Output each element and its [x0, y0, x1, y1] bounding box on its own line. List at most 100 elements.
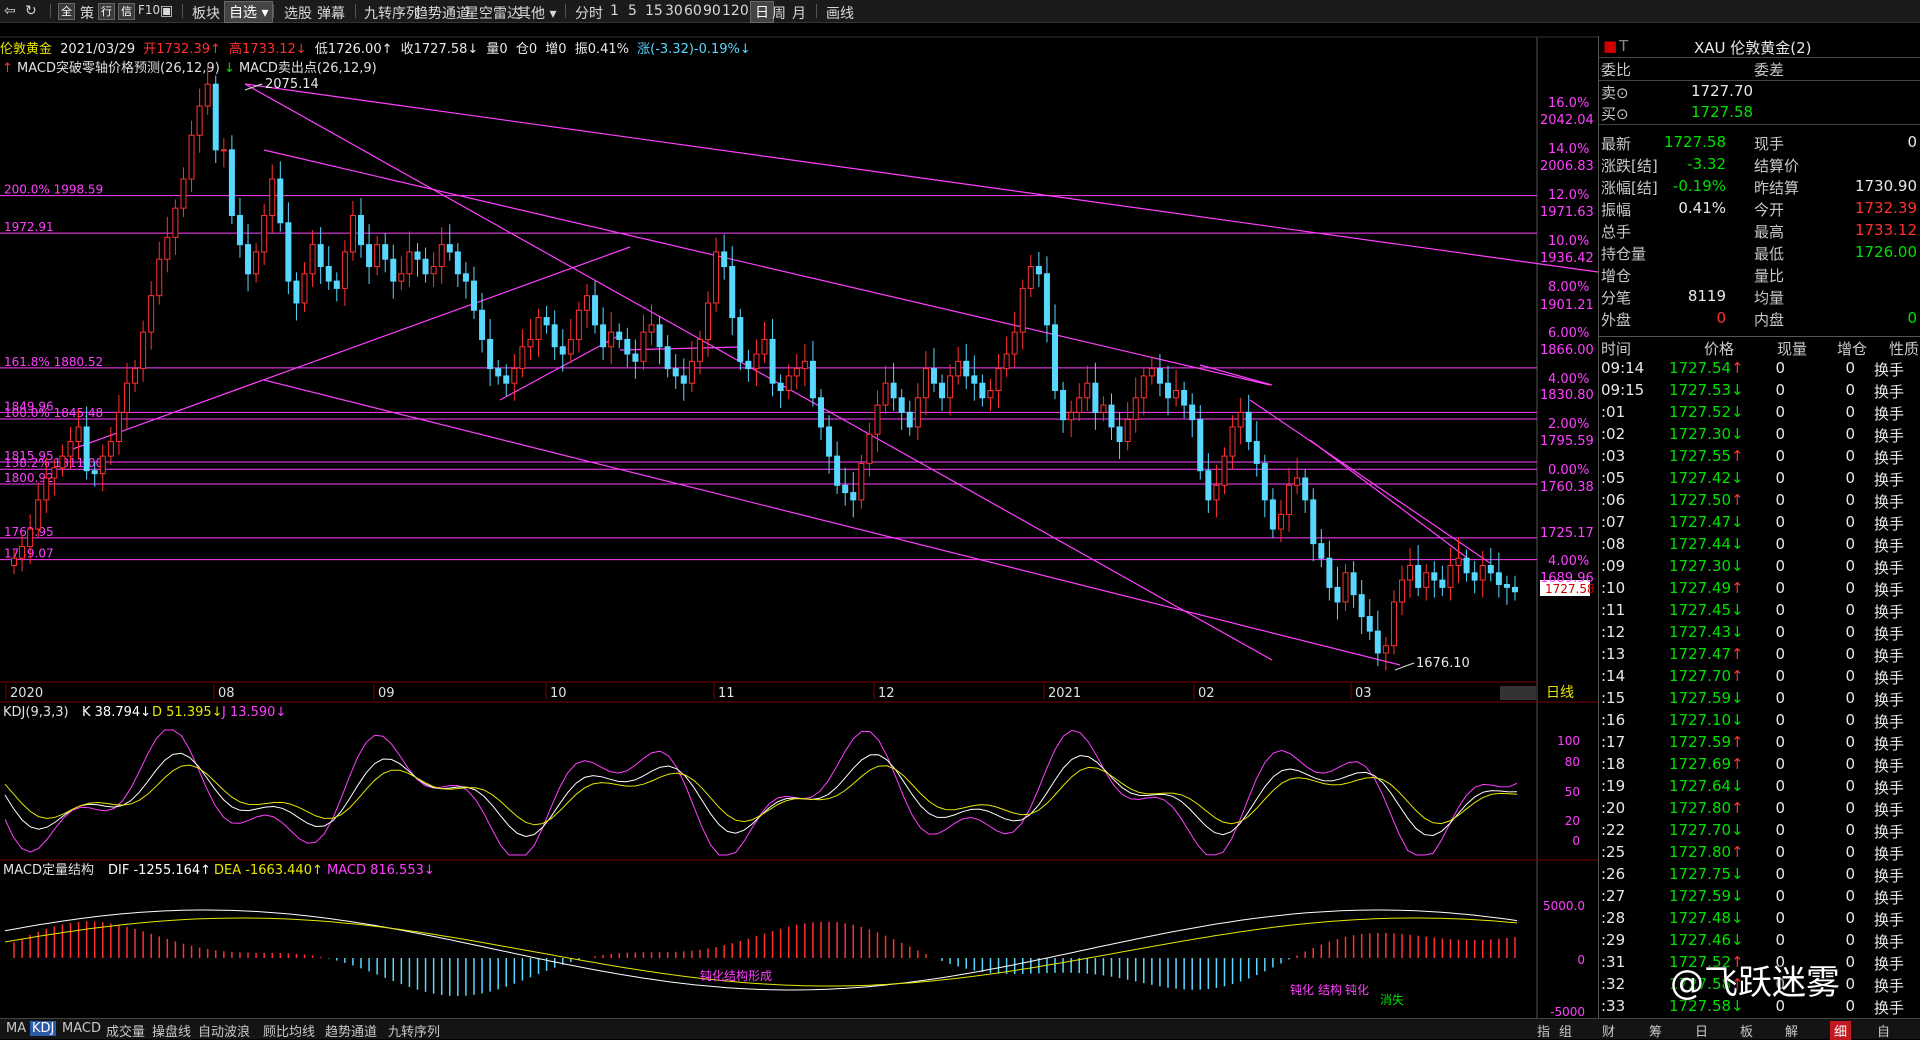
candle-body [1076, 397, 1083, 413]
tick-row[interactable]: :18 1727.69↑ 0 0 换手 [1599, 754, 1920, 776]
tick-row[interactable]: :10 1727.49↑ 0 0 换手 [1599, 578, 1920, 600]
quote-value: 1727.58 [1663, 133, 1726, 151]
panel-tab[interactable]: 日 [1695, 1021, 1708, 1040]
kdj-tick: 80 [1565, 755, 1580, 769]
indicator-tab[interactable]: 成交量 [104, 1021, 147, 1040]
panel-tab[interactable]: 指 [1537, 1021, 1550, 1040]
candle-body [648, 324, 655, 333]
candle-body [866, 433, 873, 464]
tick-time: :13 [1601, 645, 1626, 663]
tick-row[interactable]: :22 1727.70↓ 0 0 换手 [1599, 820, 1920, 842]
indicator-tab[interactable]: KDJ [30, 1021, 57, 1036]
candle-body [1100, 404, 1107, 413]
candle-body [236, 214, 243, 246]
tick-type: 换手 [1874, 405, 1905, 423]
tick-row[interactable]: :15 1727.59↓ 0 0 换手 [1599, 688, 1920, 710]
candle-body [1164, 382, 1171, 399]
indicator-tab[interactable]: MA [4, 1021, 28, 1036]
tick-row[interactable]: :06 1727.50↑ 0 0 换手 [1599, 490, 1920, 512]
axis-price-label: 1795.59 [1540, 434, 1594, 449]
quote-label-2: 量比 [1754, 267, 1785, 285]
candle-body [366, 244, 373, 268]
tick-row[interactable]: :05 1727.42↓ 0 0 换手 [1599, 468, 1920, 490]
tick-row[interactable]: :27 1727.59↓ 0 0 换手 [1599, 886, 1920, 908]
tick-time: :09 [1601, 557, 1626, 575]
panel-tab[interactable]: 细 [1830, 1021, 1852, 1040]
candle-body [261, 214, 268, 253]
kdj-j: J 13.590↓ [221, 705, 286, 720]
panel-tab[interactable]: 筹 [1649, 1021, 1662, 1040]
tick-row[interactable]: :09 1727.30↓ 0 0 换手 [1599, 556, 1920, 578]
tick-oi: 0 [1845, 491, 1855, 509]
panel-tab[interactable]: 自 [1877, 1021, 1890, 1040]
candle-body [1092, 382, 1099, 413]
indicator-tab[interactable]: 顾比均线 [261, 1021, 317, 1040]
panel-tab[interactable]: 板 [1740, 1021, 1753, 1040]
candle-body [333, 280, 340, 289]
panel-tab[interactable]: 解 [1785, 1021, 1798, 1040]
tick-price: 1727.44↓ [1669, 535, 1744, 553]
tick-row[interactable]: :19 1727.64↓ 0 0 换手 [1599, 776, 1920, 798]
indicator-tab[interactable]: MACD [60, 1021, 103, 1036]
tick-type: 换手 [1874, 911, 1905, 929]
panel-menu-icon[interactable]: ■ [1603, 37, 1617, 55]
tick-price: 1727.52↓ [1669, 403, 1744, 421]
panel-tab[interactable]: 组 [1559, 1021, 1572, 1040]
candle-body [850, 492, 857, 501]
candle-body [874, 404, 881, 435]
tick-row[interactable]: :08 1727.44↓ 0 0 换手 [1599, 534, 1920, 556]
axis-pct-label: 8.00% [1548, 280, 1590, 295]
buy-label: 买⊙ [1601, 105, 1629, 123]
indicator-tab[interactable]: 趋势通道 [323, 1021, 379, 1040]
tick-row[interactable]: :20 1727.80↑ 0 0 换手 [1599, 798, 1920, 820]
tick-time: :15 [1601, 689, 1626, 707]
indicator-tab[interactable]: 自动波浪 [196, 1021, 252, 1040]
candle-body [462, 273, 469, 282]
x-label: 08 [218, 686, 235, 701]
tick-row[interactable]: :01 1727.52↓ 0 0 换手 [1599, 402, 1920, 424]
tick-row[interactable]: :17 1727.59↑ 0 0 换手 [1599, 732, 1920, 754]
tick-row[interactable]: :29 1727.46↓ 0 0 换手 [1599, 930, 1920, 952]
candle-body [245, 244, 252, 275]
indicator-tab[interactable]: 九转序列 [386, 1021, 442, 1040]
tick-row[interactable]: 09:15 1727.53↓ 0 0 换手 [1599, 380, 1920, 402]
candle-body [1229, 426, 1236, 457]
quote-row: 总手 最高 1733.12 [1599, 220, 1920, 242]
panel-t-icon[interactable]: T [1619, 37, 1628, 55]
tick-type: 换手 [1874, 823, 1905, 841]
axis-pct-label: 6.00% [1548, 326, 1590, 341]
candle-body [947, 375, 954, 399]
candle-body [140, 331, 147, 370]
quote-label-2: 内盘 [1754, 311, 1785, 329]
tick-qty: 0 [1775, 381, 1785, 399]
macd-dif: DIF -1255.164↑ [108, 863, 211, 878]
candle-body [1455, 557, 1462, 567]
indicator-tab[interactable]: 操盘线 [150, 1021, 193, 1040]
tick-row[interactable]: :11 1727.45↓ 0 0 换手 [1599, 600, 1920, 622]
tick-row[interactable]: :03 1727.55↑ 0 0 换手 [1599, 446, 1920, 468]
tick-type: 换手 [1874, 647, 1905, 665]
tick-row[interactable]: :28 1727.48↓ 0 0 换手 [1599, 908, 1920, 930]
tick-row[interactable]: :07 1727.47↓ 0 0 换手 [1599, 512, 1920, 534]
chart-area[interactable]: 2020 08 09 10 11 12 2021 02 03 日线 200.0% 1998.59 1… [0, 0, 1598, 1018]
tick-row[interactable]: :26 1727.75↓ 0 0 换手 [1599, 864, 1920, 886]
candle-body [341, 251, 348, 289]
tick-row[interactable]: 09:14 1727.54↑ 0 0 换手 [1599, 358, 1920, 380]
tick-price: 1727.50↑ [1669, 491, 1744, 509]
tick-row[interactable]: :12 1727.43↓ 0 0 换手 [1599, 622, 1920, 644]
candle-body [559, 346, 566, 355]
kdj-j-line [4, 729, 1518, 856]
tick-row[interactable]: :02 1727.30↓ 0 0 换手 [1599, 424, 1920, 446]
candle-body [1253, 441, 1260, 464]
panel-tab[interactable]: 财 [1602, 1021, 1615, 1040]
candle-body [164, 236, 171, 260]
quote-row: 持仓量 最低 1726.00 [1599, 242, 1920, 264]
candle-body [1463, 557, 1470, 574]
candle-body [1487, 565, 1494, 574]
tick-row[interactable]: :25 1727.80↑ 0 0 换手 [1599, 842, 1920, 864]
kdj-d: D 51.395↓ [152, 705, 223, 720]
indicator-tabs: MA KDJ MACD 成交量 操盘线 自动波浪 顾比均线 趋势通道 九转序列 [0, 1018, 1600, 1040]
tick-row[interactable]: :16 1727.10↓ 0 0 换手 [1599, 710, 1920, 732]
tick-row[interactable]: :14 1727.70↑ 0 0 换手 [1599, 666, 1920, 688]
tick-row[interactable]: :13 1727.47↑ 0 0 换手 [1599, 644, 1920, 666]
